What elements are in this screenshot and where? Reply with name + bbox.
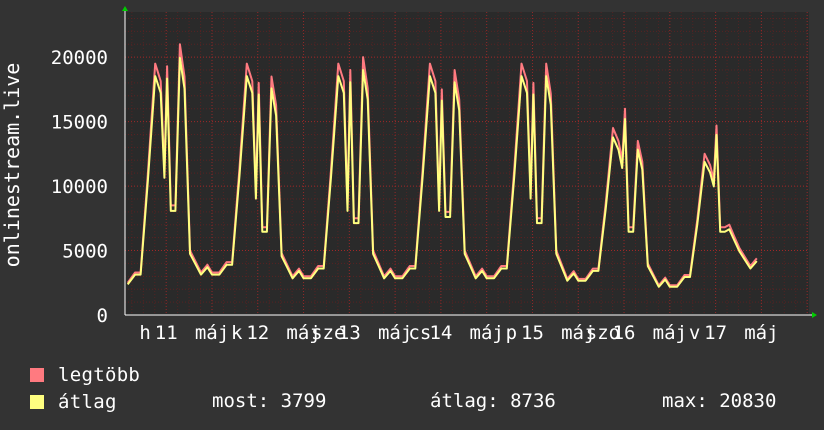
x-tick-label: h: [139, 322, 150, 344]
x-axis-arrow: [812, 312, 817, 318]
x-tick-label: máj: [744, 322, 778, 344]
y-axis-arrow: [122, 6, 128, 11]
legend-item-max: legtöbb: [30, 364, 140, 386]
x-tick-label: máj: [653, 322, 687, 344]
stat-average: átlag: 8736: [430, 390, 556, 412]
x-tick-label: 13: [338, 322, 361, 344]
legend-item-avg: átlag: [30, 391, 117, 413]
x-tick-label: 17: [704, 322, 727, 344]
x-tick-label: máj: [195, 322, 229, 344]
x-tick-label: 15: [521, 322, 544, 344]
y-tick-label: 20000: [51, 47, 108, 69]
x-tick-label: máj: [378, 322, 412, 344]
stat-maximum: max: 20830: [662, 390, 777, 412]
legend-swatch-max: [30, 368, 44, 382]
legend-label-max: legtöbb: [58, 364, 141, 386]
x-tick-label: máj: [470, 322, 504, 344]
y-tick-label: 10000: [51, 176, 108, 198]
legend-label-avg: átlag: [58, 391, 117, 413]
x-tick-label: cs: [408, 322, 431, 344]
x-tick-label: 11: [155, 322, 178, 344]
traffic-chart: 05000100001500020000h 11 máj k 12 májsze13 máj…: [0, 6, 817, 344]
x-tick-label: 12: [246, 322, 269, 344]
x-tick-label: k: [231, 322, 243, 344]
y-axis-label: onlinestream.live: [0, 63, 24, 268]
x-tick-label: 14: [429, 322, 452, 344]
legend-swatch-avg: [30, 395, 44, 409]
x-tick-label: v: [689, 322, 700, 344]
x-tick-label: p: [506, 322, 517, 344]
stat-current: most: 3799: [212, 390, 327, 412]
y-tick-label: 0: [97, 305, 108, 327]
y-tick-label: 5000: [62, 241, 108, 263]
x-tick-label: 16: [613, 322, 636, 344]
y-tick-label: 15000: [51, 112, 108, 134]
